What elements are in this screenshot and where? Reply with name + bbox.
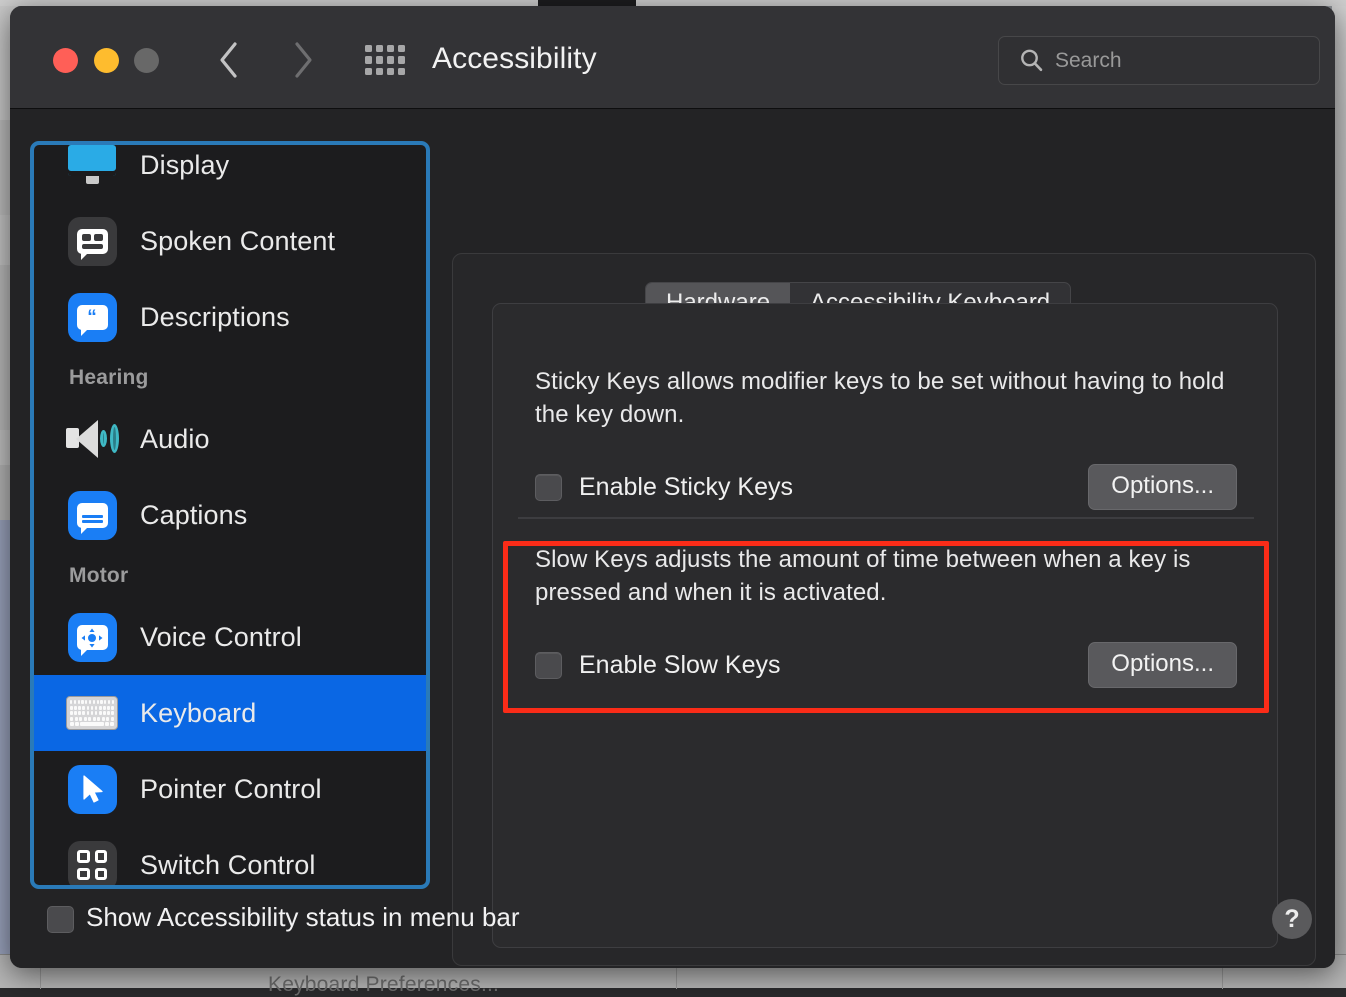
sticky-keys-options-button[interactable]: Options... [1088, 464, 1237, 510]
sidebar-item-label: Keyboard [140, 698, 256, 729]
sidebar-item-label: Switch Control [140, 850, 315, 881]
descriptions-icon: “ [66, 291, 118, 343]
zoom-button[interactable] [134, 48, 159, 73]
sidebar-group-hearing: Hearing [34, 355, 426, 401]
settings-box: Sticky Keys allows modifier keys to be s… [492, 303, 1278, 948]
show-all-grid-icon[interactable] [363, 42, 407, 78]
window-titlebar: Accessibility [10, 6, 1335, 109]
help-button[interactable]: ? [1272, 899, 1312, 939]
sidebar-item-label: Captions [140, 500, 247, 531]
spoken-content-icon [66, 215, 118, 267]
enable-slow-keys-label: Enable Slow Keys [579, 651, 781, 680]
sidebar-item-label: Display [140, 150, 229, 181]
pointer-control-icon [66, 763, 118, 815]
sticky-keys-section: Sticky Keys allows modifier keys to be s… [493, 366, 1279, 510]
sidebar-item-voice-control[interactable]: Voice Control [34, 599, 426, 675]
display-icon [66, 141, 118, 191]
captions-icon [66, 489, 118, 541]
sidebar-item-label: Spoken Content [140, 226, 335, 257]
sidebar-item-descriptions[interactable]: “ Descriptions [34, 279, 426, 355]
window-body: Display Spoken Content [10, 109, 1335, 968]
minimize-button[interactable] [94, 48, 119, 73]
switch-control-icon [66, 839, 118, 889]
enable-sticky-keys-checkbox[interactable] [535, 474, 562, 501]
sidebar-item-label: Pointer Control [140, 774, 322, 805]
sidebar-item-captions[interactable]: Captions [34, 477, 426, 553]
sidebar-list[interactable]: Display Spoken Content [34, 141, 426, 889]
show-accessibility-status-checkbox[interactable] [47, 906, 74, 933]
sidebar-item-display[interactable]: Display [34, 141, 426, 203]
audio-icon [66, 413, 118, 465]
close-button[interactable] [53, 48, 78, 73]
sidebar-group-motor: Motor [34, 553, 426, 599]
search-icon [1019, 48, 1044, 73]
slow-keys-description: Slow Keys adjusts the amount of time bet… [493, 544, 1279, 609]
sidebar-item-label: Voice Control [140, 622, 302, 653]
sidebar-item-spoken-content[interactable]: Spoken Content [34, 203, 426, 279]
slow-keys-options-button[interactable]: Options... [1088, 642, 1237, 688]
sticky-keys-description: Sticky Keys allows modifier keys to be s… [493, 366, 1279, 431]
sidebar-item-label: Audio [140, 424, 210, 455]
search-input[interactable] [1055, 49, 1285, 73]
slow-keys-row: Enable Slow Keys Options... [493, 642, 1279, 688]
voice-control-icon [66, 611, 118, 663]
sticky-keys-row: Enable Sticky Keys Options... [493, 464, 1279, 510]
content-panel: Hardware Accessibility Keyboard Sticky K… [452, 253, 1316, 966]
sidebar-item-switch-control[interactable]: Switch Control [34, 827, 426, 889]
enable-slow-keys-checkbox[interactable] [535, 652, 562, 679]
sidebar-item-pointer-control[interactable]: Pointer Control [34, 751, 426, 827]
back-button[interactable] [208, 38, 250, 82]
window-title: Accessibility [432, 42, 597, 76]
sidebar-item-label: Descriptions [140, 302, 290, 333]
keyboard-icon [66, 687, 118, 739]
sidebar-focus-ring: Display Spoken Content [30, 141, 430, 889]
sidebar-item-keyboard[interactable]: Keyboard [34, 675, 426, 751]
obscured-background-text: Keyboard Preferences... [268, 973, 499, 997]
section-divider [518, 517, 1254, 519]
show-accessibility-status-label: Show Accessibility status in menu bar [86, 902, 520, 933]
enable-sticky-keys-label: Enable Sticky Keys [579, 473, 793, 502]
accessibility-preferences-window: Accessibility Display [10, 6, 1335, 968]
search-field[interactable] [998, 36, 1320, 85]
forward-button[interactable] [282, 38, 324, 82]
slow-keys-section: Slow Keys adjusts the amount of time bet… [493, 544, 1279, 688]
sidebar-item-audio[interactable]: Audio [34, 401, 426, 477]
window-bottom-bar: Show Accessibility status in menu bar ? [10, 889, 1335, 968]
